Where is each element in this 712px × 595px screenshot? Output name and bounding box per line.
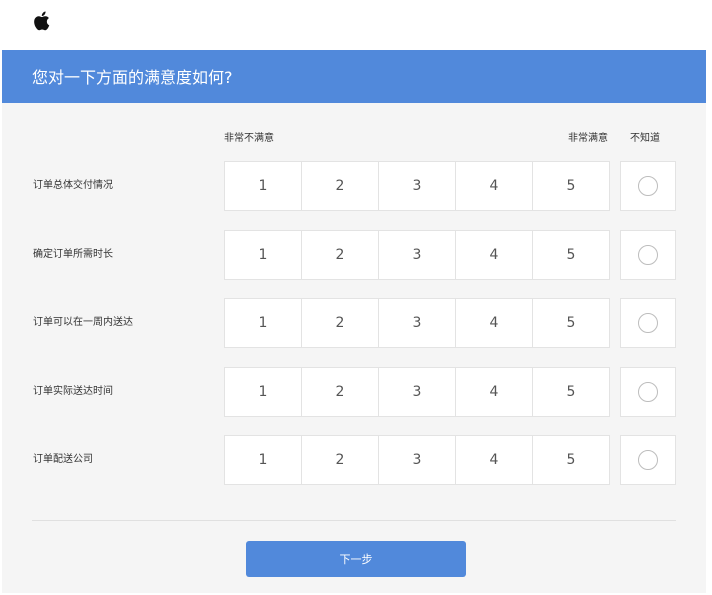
rating-row: 订单可以在一周内送达 1 2 3 4 5: [2, 298, 706, 348]
rating-option-3[interactable]: 3: [379, 368, 456, 416]
row-label: 订单可以在一周内送达: [33, 317, 133, 328]
question-header: 您对一下方面的满意度如何?: [2, 50, 706, 103]
rating-option-5[interactable]: 5: [533, 299, 609, 347]
rating-scale: 1 2 3 4 5: [224, 161, 610, 211]
radio-button[interactable]: [638, 450, 658, 470]
dont-know-option[interactable]: [620, 161, 676, 211]
rating-panel: 非常不满意 非常满意 不知道 订单总体交付情况 1 2 3 4 5 确定订单所需…: [2, 103, 706, 593]
rating-option-2[interactable]: 2: [302, 436, 379, 484]
rating-option-3[interactable]: 3: [379, 231, 456, 279]
rating-option-4[interactable]: 4: [456, 231, 533, 279]
rating-option-3[interactable]: 3: [379, 162, 456, 210]
radio-button[interactable]: [638, 176, 658, 196]
rating-scale: 1 2 3 4 5: [224, 367, 610, 417]
dont-know-option[interactable]: [620, 298, 676, 348]
rating-option-2[interactable]: 2: [302, 231, 379, 279]
rating-row: 订单总体交付情况 1 2 3 4 5: [2, 161, 706, 211]
rating-option-2[interactable]: 2: [302, 299, 379, 347]
rating-option-4[interactable]: 4: [456, 299, 533, 347]
rating-option-5[interactable]: 5: [533, 231, 609, 279]
rating-option-2[interactable]: 2: [302, 162, 379, 210]
rating-option-4[interactable]: 4: [456, 436, 533, 484]
question-title: 您对一下方面的满意度如何?: [32, 68, 233, 87]
rating-row: 订单配送公司 1 2 3 4 5: [2, 435, 706, 485]
rating-option-5[interactable]: 5: [533, 162, 609, 210]
rating-scale: 1 2 3 4 5: [224, 435, 610, 485]
divider: [32, 520, 676, 521]
rating-option-4[interactable]: 4: [456, 368, 533, 416]
rating-row: 确定订单所需时长 1 2 3 4 5: [2, 230, 706, 280]
row-label: 订单实际送达时间: [33, 386, 113, 397]
radio-button[interactable]: [638, 313, 658, 333]
rating-option-4[interactable]: 4: [456, 162, 533, 210]
radio-button[interactable]: [638, 245, 658, 265]
rating-option-5[interactable]: 5: [533, 368, 609, 416]
rating-row: 订单实际送达时间 1 2 3 4 5: [2, 367, 706, 417]
rating-scale: 1 2 3 4 5: [224, 298, 610, 348]
rating-option-5[interactable]: 5: [533, 436, 609, 484]
apple-logo-icon: [34, 11, 50, 31]
row-label: 订单配送公司: [33, 454, 93, 465]
rating-option-1[interactable]: 1: [225, 231, 302, 279]
scale-high-label: 非常满意: [568, 133, 608, 144]
radio-button[interactable]: [638, 382, 658, 402]
top-bar: [0, 0, 712, 50]
rating-option-1[interactable]: 1: [225, 368, 302, 416]
row-label: 确定订单所需时长: [33, 249, 113, 260]
rating-option-3[interactable]: 3: [379, 299, 456, 347]
rating-option-1[interactable]: 1: [225, 299, 302, 347]
rating-option-3[interactable]: 3: [379, 436, 456, 484]
row-label: 订单总体交付情况: [33, 180, 113, 191]
next-button[interactable]: 下一步: [246, 541, 466, 577]
dont-know-option[interactable]: [620, 367, 676, 417]
dont-know-label: 不知道: [630, 133, 660, 144]
rating-option-1[interactable]: 1: [225, 162, 302, 210]
rating-option-2[interactable]: 2: [302, 368, 379, 416]
dont-know-option[interactable]: [620, 230, 676, 280]
dont-know-option[interactable]: [620, 435, 676, 485]
rating-scale: 1 2 3 4 5: [224, 230, 610, 280]
rating-option-1[interactable]: 1: [225, 436, 302, 484]
scale-low-label: 非常不满意: [224, 133, 274, 144]
